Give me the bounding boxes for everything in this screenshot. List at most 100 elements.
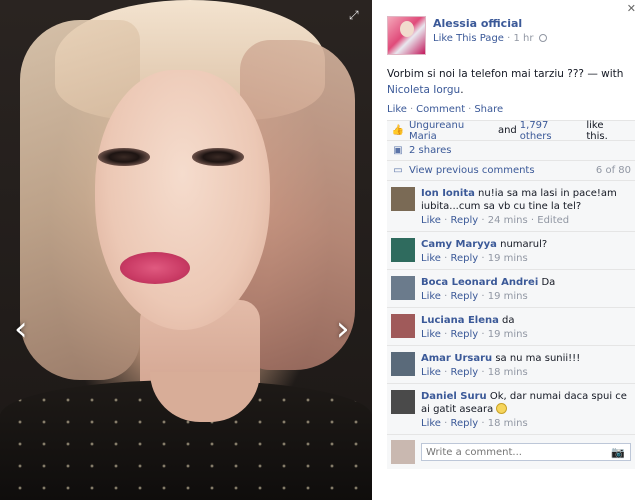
separator: · [409,104,414,115]
comment-reply-button[interactable]: Reply [450,291,478,302]
comment-reply-button[interactable]: Reply [450,215,478,226]
separator: · [507,33,511,44]
comment-time[interactable]: 19 mins [488,253,528,264]
feedback-box: 👍 Ungureanu Maria and 1,797 others like … [387,120,635,469]
comment-body: Boca Leonard Andrei Da Like · Reply · 19 … [421,276,631,303]
share-button[interactable]: Share [474,104,503,115]
commenter-name[interactable]: Daniel Suru [421,391,487,402]
comment-time[interactable]: 19 mins [488,291,528,302]
commenter-avatar[interactable] [391,314,415,338]
commenter-name[interactable]: Boca Leonard Andrei [421,277,538,288]
post-time[interactable]: 1 hr [514,33,534,44]
likes-others-link[interactable]: 1,797 others [520,120,584,142]
separator: · [468,104,472,115]
comment-item: Camy Maryya numarul? Like · Reply · 19 mi… [387,232,635,270]
comment-body: Ion Ionita nu!ia sa ma lasi in pace!am i… [421,187,631,227]
comment-reply-button[interactable]: Reply [450,253,478,264]
globe-icon [538,34,547,42]
likes-row: 👍 Ungureanu Maria and 1,797 others like … [387,119,635,142]
photo-face [95,70,270,330]
comment-like-button[interactable]: Like [421,215,441,226]
page-avatar[interactable] [387,16,426,55]
comment-meta: Like · Reply · 19 mins [421,253,528,264]
likes-and: and [497,125,517,136]
comment-reply-button[interactable]: Reply [450,329,478,340]
photo-eye-right [192,148,244,166]
post-text: Vorbim si noi la telefon mai tarziu ??? … [387,68,624,80]
comment-like-button[interactable]: Like [421,418,441,429]
commenter-name[interactable]: Amar Ursaru [421,353,492,364]
commenter-avatar[interactable] [391,276,415,300]
comment-text: Da [541,277,556,288]
comment-reply-button[interactable]: Reply [450,418,478,429]
comment-body: Camy Maryya numarul? Like · Reply · 19 mi… [421,238,631,265]
commenter-avatar[interactable] [391,390,415,414]
view-previous-row: ▭ View previous comments 6 of 80 [387,161,635,181]
author-meta: Alessia official Like This Page · 1 hr [433,17,547,55]
comment-like-button[interactable]: Like [421,367,441,378]
comment-meta: Like · Reply · 24 mins · Edited [421,215,570,226]
author-name[interactable]: Alessia official [433,17,547,30]
comment-like-button[interactable]: Like [421,291,441,302]
comment-time[interactable]: 24 mins [488,215,528,226]
photo-eye-left [98,148,150,166]
post-actions: Like · Comment · Share [387,104,503,115]
comment-body: Luciana Elena da Like · Reply · 19 mins [421,314,631,341]
commenter-avatar[interactable] [391,187,415,211]
close-icon[interactable]: ✕ [627,2,636,15]
comment-edited[interactable]: Edited [537,215,569,226]
smile-emoji-icon [496,403,508,414]
commenter-name[interactable]: Ion Ionita [421,188,475,199]
like-button[interactable]: Like [387,104,407,115]
thumbs-up-icon: 👍 [391,125,405,136]
comment-like-button[interactable]: Like [421,253,441,264]
comment-time[interactable]: 18 mins [488,418,528,429]
comment-meta: Like · Reply · 19 mins [421,329,528,340]
comment-list: Ion Ionita nu!ia sa ma lasi in pace!am i… [387,181,635,435]
comment-item: Boca Leonard Andrei Da Like · Reply · 19 … [387,270,635,308]
commenter-name[interactable]: Luciana Elena [421,315,499,326]
post-message: Vorbim si noi la telefon mai tarziu ??? … [387,66,635,98]
comment-item: Daniel Suru Ok, dar numai daca spui ce a… [387,384,635,435]
camera-icon[interactable]: 📷 [611,446,625,459]
comment-body: Amar Ursaru sa nu ma sunii!!! Like · Repl… [421,352,631,379]
like-page-link[interactable]: Like This Page [433,33,504,44]
viewer-avatar [391,440,415,464]
comment-time[interactable]: 19 mins [488,329,528,340]
comment-time[interactable]: 18 mins [488,367,528,378]
comment-composer: 📷 [387,435,635,469]
comment-button[interactable]: Comment [416,104,465,115]
post-header: Alessia official Like This Page · 1 hr [387,16,547,55]
photo-viewer[interactable]: ⤢ ‹ › [0,0,372,500]
comment-meta: Like · Reply · 18 mins [421,418,528,429]
post-panel: ✕ Alessia official Like This Page · 1 hr… [380,0,640,500]
comment-item: Ion Ionita nu!ia sa ma lasi in pace!am i… [387,181,635,232]
shares-link[interactable]: 2 shares [409,145,451,156]
comment-meta: Like · Reply · 19 mins [421,291,528,302]
liker-name[interactable]: Ungureanu Maria [409,120,495,142]
view-previous-comments-link[interactable]: View previous comments [409,165,535,176]
expand-icon[interactable]: ⤢ [349,8,359,23]
commenter-avatar[interactable] [391,352,415,376]
comment-item: Luciana Elena da Like · Reply · 19 mins [387,308,635,346]
comment-input[interactable] [421,443,631,461]
comment-text: sa nu ma sunii!!! [495,353,581,364]
comment-count: 6 of 80 [595,165,631,176]
share-icon: ▣ [393,145,403,156]
shares-row: ▣ 2 shares [387,141,635,161]
comment-bubble-icon: ▭ [393,165,403,176]
comment-like-button[interactable]: Like [421,329,441,340]
comment-reply-button[interactable]: Reply [450,367,478,378]
comment-item: Amar Ursaru sa nu ma sunii!!! Like · Repl… [387,346,635,384]
likes-suffix: like this. [586,119,608,142]
previous-photo-icon[interactable]: ‹ [14,312,28,346]
commenter-name[interactable]: Camy Maryya [421,239,497,250]
comment-text: da [502,315,515,326]
commenter-avatar[interactable] [391,238,415,262]
next-photo-icon[interactable]: › [336,312,350,346]
comment-meta: Like · Reply · 18 mins [421,367,528,378]
tagged-user-link[interactable]: Nicoleta Iorgu [387,84,460,96]
post-text-suffix: . [460,84,464,96]
author-subline: Like This Page · 1 hr [433,33,547,44]
comment-body: Daniel Suru Ok, dar numai daca spui ce a… [421,390,631,430]
